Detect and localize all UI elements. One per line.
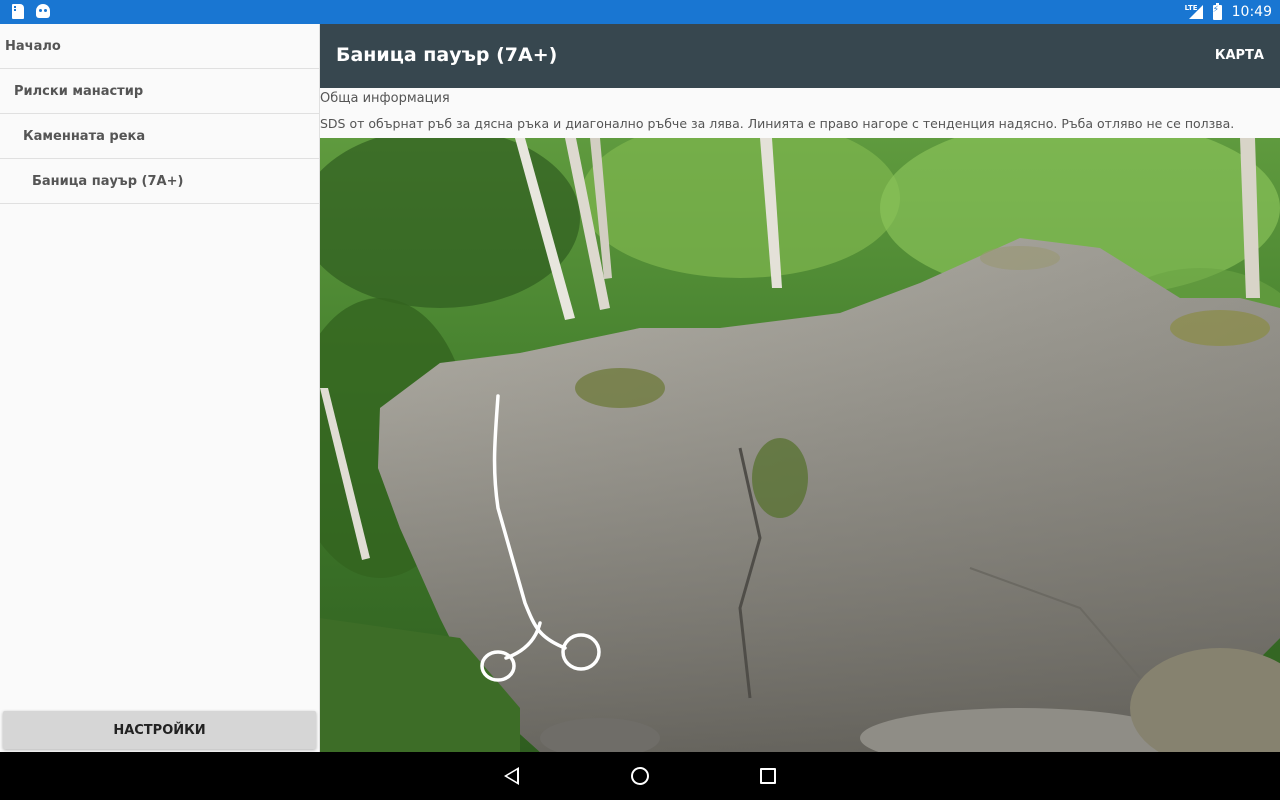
drawer-item-label: Каменната река <box>23 128 146 144</box>
drawer-item-label: Баница пауър (7A+) <box>32 173 184 189</box>
system-navigation-bar <box>0 752 1280 800</box>
drawer-item-label: Рилски манастир <box>14 83 144 99</box>
battery-charging-icon <box>1212 2 1222 20</box>
back-icon[interactable] <box>504 767 519 785</box>
breadcrumb-item-stone-river[interactable]: Каменната река <box>0 114 319 159</box>
app-toolbar: Баница пауър (7A+) КАРТА <box>320 24 1280 88</box>
problem-detail: Обща информация SDS от обърнат ръб за дя… <box>320 88 1280 752</box>
problem-description: SDS от обърнат ръб за дясна ръка и диаго… <box>320 116 1235 131</box>
signal-icon: LTE <box>1185 4 1203 19</box>
boulder-photo[interactable] <box>320 138 1280 752</box>
navigation-drawer: Начало Рилски манастир Каменната река Ба… <box>0 24 320 752</box>
network-type: LTE <box>1184 4 1198 12</box>
system-icons: LTE 10:49 <box>1185 0 1272 24</box>
sd-card-icon <box>12 4 24 19</box>
breadcrumb-item-problem[interactable]: Баница пауър (7A+) <box>0 159 319 204</box>
android-debug-icon <box>36 4 50 18</box>
notification-icons <box>12 4 50 19</box>
home-icon[interactable] <box>631 767 649 785</box>
drawer-item-label: Начало <box>5 38 61 54</box>
status-bar: LTE 10:49 <box>0 0 1280 24</box>
page-title: Баница пауър (7A+) <box>336 44 558 66</box>
boulder-topo-image <box>320 138 1280 752</box>
recents-icon[interactable] <box>760 768 776 784</box>
section-heading: Обща информация <box>320 91 450 106</box>
breadcrumb-item-rila-monastery[interactable]: Рилски манастир <box>0 69 319 114</box>
settings-button[interactable]: НАСТРОЙКИ <box>3 711 316 749</box>
clock: 10:49 <box>1231 4 1272 20</box>
map-button[interactable]: КАРТА <box>1215 48 1264 63</box>
breadcrumb-item-home[interactable]: Начало <box>0 24 319 69</box>
